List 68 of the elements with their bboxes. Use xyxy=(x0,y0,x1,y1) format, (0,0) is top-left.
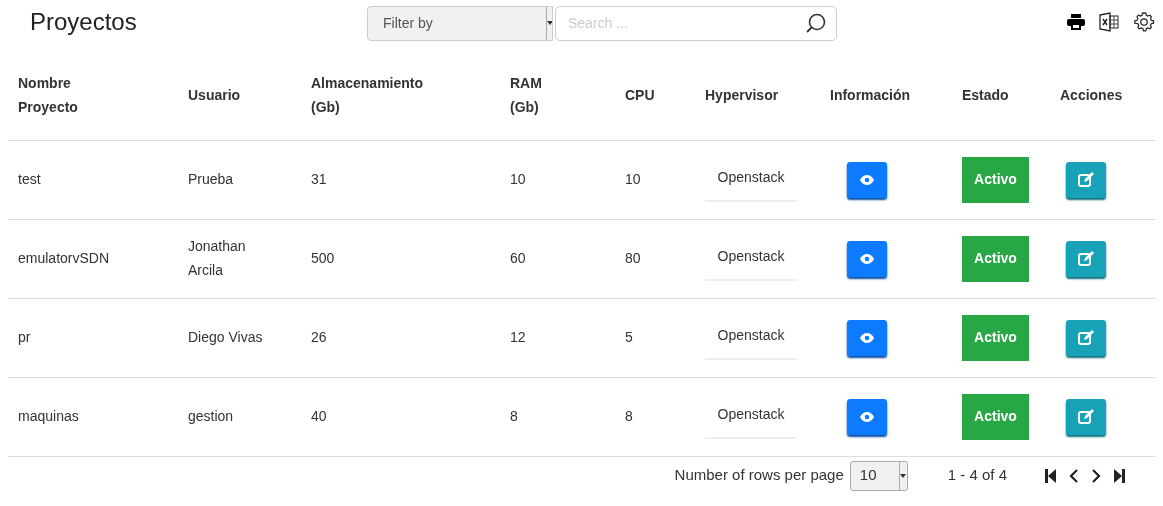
status-badge: Activo xyxy=(962,393,1029,440)
edit-button[interactable] xyxy=(1066,161,1106,198)
column-header: Acciones xyxy=(1060,85,1124,105)
printer-icon[interactable] xyxy=(1067,14,1085,30)
table-cell-text: Jonathan Arcila xyxy=(188,236,247,280)
caret-icon xyxy=(547,21,552,25)
view-button[interactable] xyxy=(847,161,887,198)
spreadsheet-icon[interactable] xyxy=(1099,12,1119,32)
hypervisor-field: Openstack xyxy=(705,157,797,202)
edit-icon xyxy=(1078,330,1094,345)
edit-button[interactable] xyxy=(1066,319,1106,356)
table-cell: pr xyxy=(18,328,31,345)
status-badge: Activo xyxy=(962,156,1029,203)
hypervisor-field: Openstack xyxy=(705,236,797,281)
settings-icon[interactable] xyxy=(1133,11,1155,33)
status-badge: Activo xyxy=(962,314,1029,361)
first-page-button[interactable] xyxy=(1045,468,1057,483)
table-cell-text: Prueba xyxy=(188,169,235,189)
column-header: Nombre Proyecto xyxy=(18,73,79,117)
view-button[interactable] xyxy=(847,240,887,277)
table-cell: emulatorvSDN xyxy=(18,249,110,266)
eye-icon xyxy=(860,411,874,422)
column-header: Hypervisor xyxy=(705,85,780,105)
table-cell: 10 xyxy=(510,170,526,187)
table-cell: 60 xyxy=(510,249,526,266)
edit-icon xyxy=(1078,251,1094,266)
view-button[interactable] xyxy=(847,398,887,435)
column-header: Usuario xyxy=(188,85,242,105)
column-header: Estado xyxy=(962,85,1010,105)
status-badge: Activo xyxy=(962,235,1029,282)
filter-dropdown[interactable]: Filter by xyxy=(367,5,553,41)
hypervisor-field: Openstack xyxy=(705,394,797,439)
next-page-button[interactable] xyxy=(1091,468,1101,483)
table-cell: 8 xyxy=(510,407,518,424)
eye-icon xyxy=(860,253,874,264)
page-title: Proyectos xyxy=(30,7,138,37)
hypervisor-field: Openstack xyxy=(705,315,797,360)
table-cell: test xyxy=(18,170,41,187)
table-cell: 31 xyxy=(311,170,327,187)
table-cell-text: gestion xyxy=(188,406,235,426)
column-header: CPU xyxy=(625,85,656,105)
edit-button[interactable] xyxy=(1066,398,1106,435)
caret-icon xyxy=(900,473,907,478)
table-cell: 12 xyxy=(510,328,526,345)
column-header: Información xyxy=(830,85,912,105)
table-cell: 8 xyxy=(625,407,633,424)
rows-per-page-label: Number of rows per page xyxy=(674,465,844,486)
eye-icon xyxy=(860,332,874,343)
table-cell: 80 xyxy=(625,249,641,266)
rows-per-page-select[interactable]: 10 xyxy=(849,460,908,491)
edit-button[interactable] xyxy=(1066,240,1106,277)
edit-icon xyxy=(1078,172,1094,187)
table-cell: 26 xyxy=(311,328,327,345)
last-page-button[interactable] xyxy=(1113,468,1125,483)
table-cell-text: Diego Vivas xyxy=(188,327,263,347)
table-cell: 500 xyxy=(311,249,335,266)
column-header: RAM (Gb) xyxy=(510,73,543,117)
column-header: Almacenamiento (Gb) xyxy=(311,73,425,117)
edit-icon xyxy=(1078,409,1094,424)
table-cell: maquinas xyxy=(18,407,79,424)
table-cell: 5 xyxy=(625,328,633,345)
previous-page-button[interactable] xyxy=(1069,468,1079,483)
view-button[interactable] xyxy=(847,319,887,356)
table-cell: 10 xyxy=(625,170,641,187)
search-icon xyxy=(805,11,827,34)
eye-icon xyxy=(860,174,874,185)
page-range: 1 - 4 of 4 xyxy=(947,465,1007,486)
table-cell: 40 xyxy=(311,407,327,424)
